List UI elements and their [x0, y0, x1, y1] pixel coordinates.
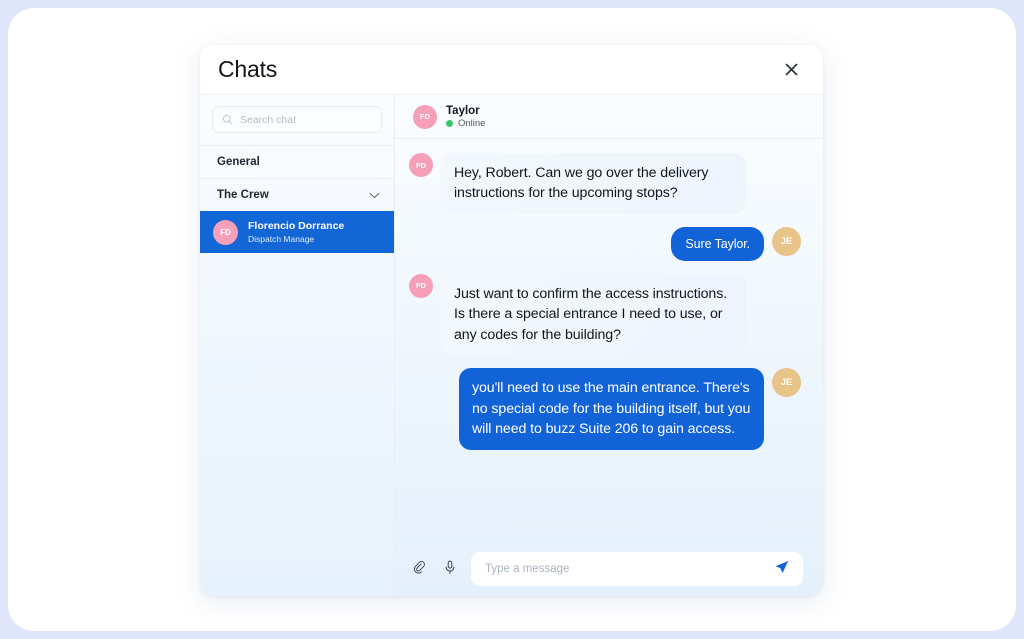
page-title: Chats: [218, 56, 278, 82]
sidebar-group-the-crew[interactable]: The Crew: [200, 178, 394, 211]
close-icon: [784, 62, 799, 77]
search-icon: [222, 114, 233, 125]
chat-peer-name: Taylor: [446, 104, 480, 117]
message-list: FD Hey, Robert. Can we go over the deliv…: [395, 139, 823, 542]
message-input-shell[interactable]: [471, 552, 803, 586]
contact-name: Florencio Dorrance: [248, 220, 345, 232]
avatar: FD: [213, 219, 238, 245]
avatar: FD: [409, 273, 433, 298]
sidebar-group-label: General: [217, 156, 260, 168]
message-row: you'll need to use the main entrance. Th…: [409, 368, 801, 450]
microphone-button[interactable]: [440, 559, 460, 579]
close-button[interactable]: [779, 58, 803, 82]
search-input[interactable]: [240, 113, 372, 126]
status-label: Online: [458, 117, 486, 129]
chat-panel: FD Taylor Online FD Hey, Robert. Can we …: [395, 95, 823, 596]
online-dot-icon: [446, 119, 453, 127]
message-row: FD Just want to confirm the access instr…: [409, 273, 801, 356]
contact-role: Dispatch Manage: [248, 234, 315, 244]
message-row: FD Hey, Robert. Can we go over the deliv…: [409, 153, 801, 214]
chat-sidebar: General The Crew FD Florencio: [200, 95, 395, 596]
sidebar-group-general[interactable]: General: [200, 145, 394, 178]
avatar: FD: [409, 153, 433, 177]
message-composer: [395, 542, 823, 596]
chat-peer-info: Taylor Online: [446, 105, 485, 129]
sidebar-group-label: The Crew: [217, 189, 269, 201]
chevron-down-icon[interactable]: [369, 192, 380, 199]
avatar: FD: [413, 104, 437, 129]
modal-body: General The Crew FD Florencio: [200, 95, 823, 596]
paperclip-icon: [413, 560, 426, 578]
chats-modal: Chats Search chat General The Crew FD Fl…: [200, 45, 823, 596]
send-icon: [774, 560, 789, 578]
message-bubble: you'll need to use the main entrance. Th…: [459, 368, 764, 450]
status-badge: Online: [446, 118, 485, 129]
page-card: Chats Search chat General The Crew FD Fl…: [8, 8, 1016, 631]
page-frame: Chats Search chat General The Crew FD Fl…: [0, 0, 1024, 639]
message-row: Sure Taylor. JE: [409, 226, 801, 261]
sidebar-item-florencio-dorrance[interactable]: FD Florencio Dorrance Dispatch Manage: [200, 211, 394, 253]
sidebar-empty-space: [200, 253, 394, 596]
modal-header: Chats: [200, 45, 823, 95]
message-bubble: Just want to confirm the access instruct…: [441, 273, 746, 356]
search-container: [200, 95, 394, 145]
message-bubble: Hey, Robert. Can we go over the delivery…: [441, 153, 746, 214]
send-button[interactable]: [771, 559, 791, 579]
message-input[interactable]: [485, 563, 763, 575]
search-box[interactable]: [212, 106, 382, 133]
attach-button[interactable]: [409, 559, 429, 579]
avatar: JE: [772, 226, 801, 256]
chat-header: FD Taylor Online: [395, 95, 823, 139]
contact-text: Florencio Dorrance Dispatch Manage: [248, 220, 344, 244]
microphone-icon: [444, 560, 456, 578]
message-bubble: Sure Taylor.: [671, 226, 764, 261]
avatar: JE: [772, 368, 801, 398]
